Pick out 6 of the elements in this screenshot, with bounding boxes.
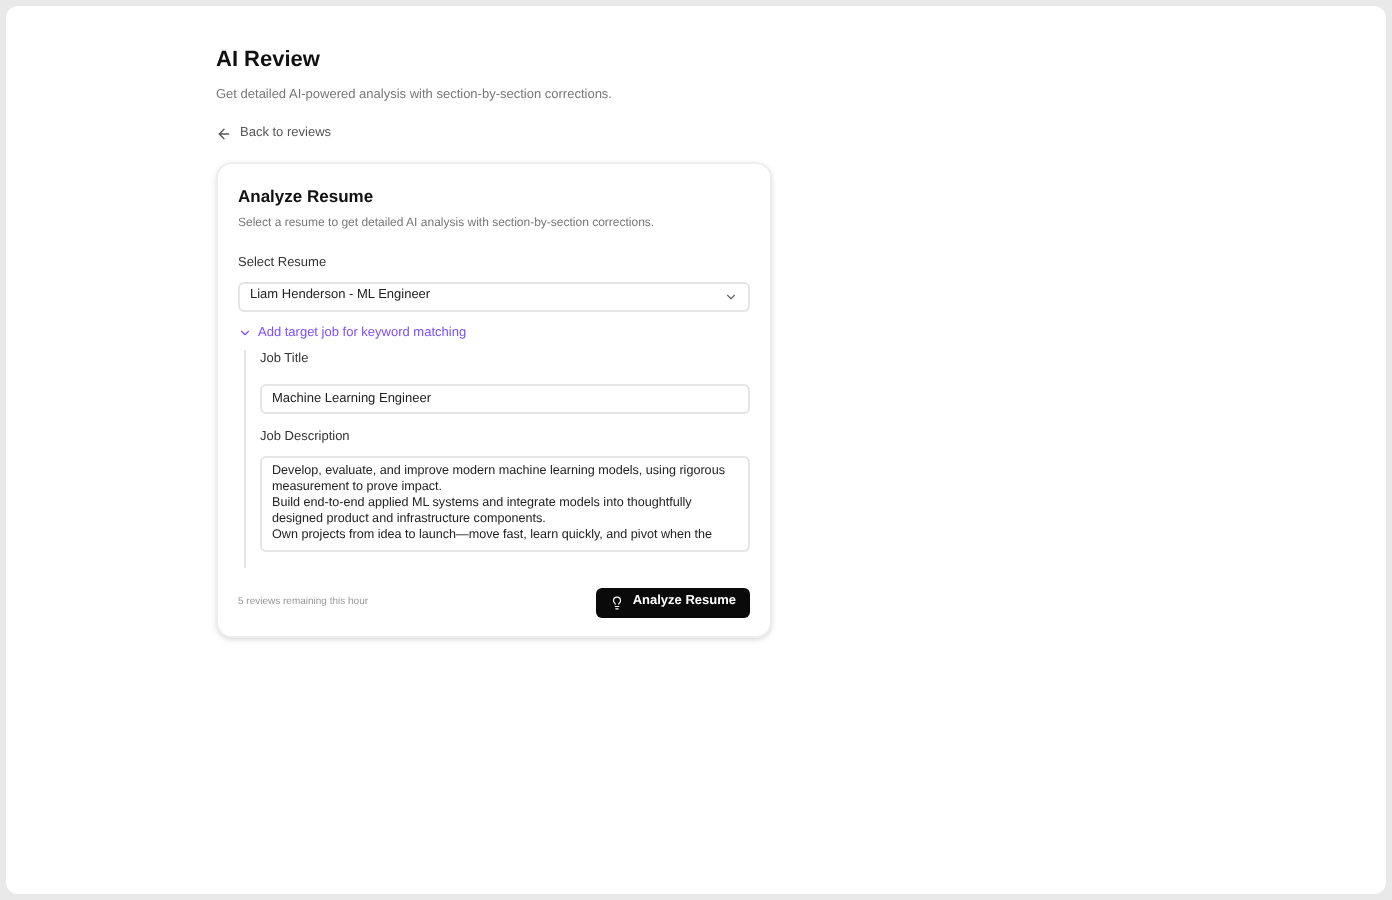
arrow-left-icon bbox=[216, 126, 232, 143]
chevron-down-icon bbox=[724, 289, 738, 303]
chevron-down-icon bbox=[238, 325, 252, 340]
page-title: AI Review bbox=[216, 46, 322, 76]
lightbulb-icon bbox=[610, 595, 625, 610]
card-title: Analyze Resume bbox=[238, 184, 376, 210]
